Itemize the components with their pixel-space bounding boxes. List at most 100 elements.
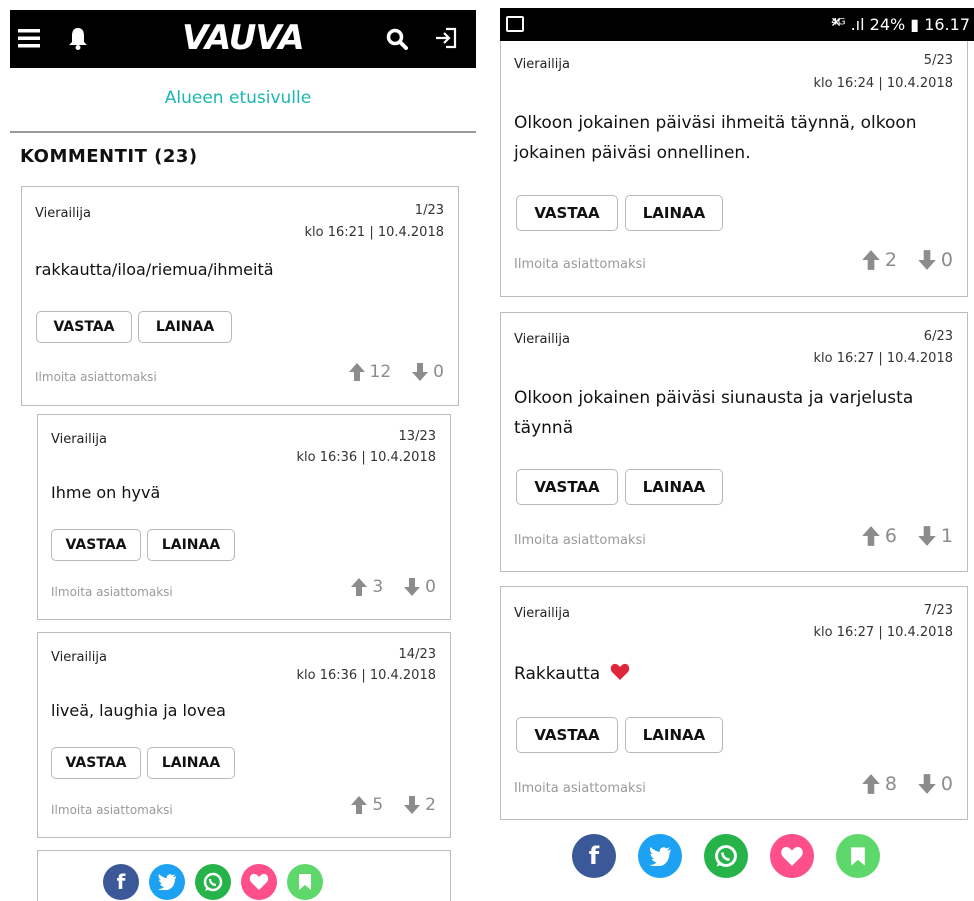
report-link[interactable]: Ilmoita asiattomaksi xyxy=(514,257,646,272)
comments-title: KOMMENTIT (23) xyxy=(20,146,198,167)
comment-author[interactable]: Vierailija xyxy=(514,57,570,72)
vote-controls: 5 2 xyxy=(350,795,436,815)
heart-icon[interactable] xyxy=(241,864,277,900)
upvote-count: 5 xyxy=(372,795,384,815)
upvote-count: 3 xyxy=(372,577,384,597)
heart-emoji-icon xyxy=(610,661,630,691)
report-link[interactable]: Ilmoita asiattomaksi xyxy=(514,781,646,796)
downvote-count: 0 xyxy=(940,249,953,271)
comment-text: Rakkautta xyxy=(514,664,601,684)
downvote-count: 0 xyxy=(433,362,444,382)
gallery-icon xyxy=(506,16,524,32)
thumb-up-icon[interactable] xyxy=(861,525,881,547)
whatsapp-icon[interactable] xyxy=(195,864,231,900)
comment-card: Vierailija 7/23 klo 16:27 | 10.4.2018 Ra… xyxy=(500,586,968,820)
comment-card: Vierailija 6/23 klo 16:27 | 10.4.2018 Ol… xyxy=(500,312,968,572)
divider xyxy=(10,131,476,133)
vote-controls: 8 0 xyxy=(861,773,953,795)
whatsapp-icon[interactable] xyxy=(704,834,748,878)
downvote-count: 1 xyxy=(940,525,953,547)
comment-author[interactable]: Vierailija xyxy=(51,650,107,665)
comment-number: 7/23 xyxy=(923,603,953,618)
reply-button[interactable]: VASTAA xyxy=(36,311,132,343)
comment-time: klo 16:36 | 10.4.2018 xyxy=(296,668,437,683)
comment-number: 1/23 xyxy=(414,203,444,218)
report-link[interactable]: Ilmoita asiattomaksi xyxy=(51,803,173,817)
comment-card: Vierailija 14/23 klo 16:36 | 10.4.2018 l… xyxy=(37,632,451,838)
comment-card: Vierailija 5/23 klo 16:24 | 10.4.2018 Ol… xyxy=(500,41,968,297)
quote-button[interactable]: LAINAA xyxy=(625,469,723,505)
status-bar: ✕ ⁴ᴳ .ıl 24% ▮ 16.17 xyxy=(500,8,974,41)
twitter-icon[interactable] xyxy=(149,864,185,900)
comment-author[interactable]: Vierailija xyxy=(514,606,570,621)
facebook-icon[interactable]: f xyxy=(572,834,616,878)
reply-button[interactable]: VASTAA xyxy=(516,469,618,505)
heart-icon[interactable] xyxy=(770,834,814,878)
upvote-count: 6 xyxy=(884,525,897,547)
comment-time: klo 16:27 | 10.4.2018 xyxy=(813,351,954,366)
left-screenshot: VAUVA Alueen etusivulle KOMMENTIT (23) V… xyxy=(0,0,476,901)
vote-controls: 2 0 xyxy=(861,249,953,271)
report-link[interactable]: Ilmoita asiattomaksi xyxy=(514,533,646,548)
thumb-down-icon[interactable] xyxy=(411,362,429,382)
upvote-count: 2 xyxy=(884,249,897,271)
thumb-up-icon[interactable] xyxy=(350,795,368,815)
quote-button[interactable]: LAINAA xyxy=(625,195,723,231)
quote-button[interactable]: LAINAA xyxy=(625,717,723,753)
comment-time: klo 16:27 | 10.4.2018 xyxy=(813,625,954,640)
thumb-up-icon[interactable] xyxy=(861,249,881,271)
reply-button[interactable]: VASTAA xyxy=(516,717,618,753)
comment-number: 5/23 xyxy=(923,53,953,68)
downvote-count: 2 xyxy=(425,795,436,815)
thumb-down-icon[interactable] xyxy=(403,795,421,815)
vote-controls: 12 0 xyxy=(348,362,444,382)
quote-button[interactable]: LAINAA xyxy=(138,311,232,343)
menu-icon[interactable] xyxy=(18,28,40,52)
thumb-up-icon[interactable] xyxy=(861,773,881,795)
app-header: VAUVA xyxy=(10,10,476,68)
thumb-down-icon[interactable] xyxy=(917,249,937,271)
area-home-link[interactable]: Alueen etusivulle xyxy=(0,88,476,108)
comment-body: Olkoon jokainen päiväsi siunausta ja var… xyxy=(514,388,914,438)
downvote-count: 0 xyxy=(425,577,436,597)
quote-button[interactable]: LAINAA xyxy=(147,747,235,779)
comment-card: Vierailija 1/23 klo 16:21 | 10.4.2018 ra… xyxy=(21,186,459,406)
bell-icon[interactable] xyxy=(68,26,88,54)
thumb-down-icon[interactable] xyxy=(403,577,421,597)
reply-button[interactable]: VASTAA xyxy=(51,529,141,561)
upvote-count: 8 xyxy=(884,773,897,795)
comment-time: klo 16:36 | 10.4.2018 xyxy=(296,450,437,465)
comment-body: Olkoon jokainen päiväsi ihmeitä täynnä, … xyxy=(514,113,917,163)
share-bar: f xyxy=(572,834,880,878)
upvote-count: 12 xyxy=(369,362,392,382)
comment-card: Vierailija 13/23 klo 16:36 | 10.4.2018 I… xyxy=(37,414,451,620)
right-screenshot: ✕ ⁴ᴳ .ıl 24% ▮ 16.17 Vierailija 5/23 klo… xyxy=(500,0,974,901)
reply-button[interactable]: VASTAA xyxy=(516,195,618,231)
thumb-down-icon[interactable] xyxy=(917,773,937,795)
thumb-down-icon[interactable] xyxy=(917,525,937,547)
reply-button[interactable]: VASTAA xyxy=(51,747,141,779)
comment-author[interactable]: Vierailija xyxy=(514,332,570,347)
comment-time: klo 16:21 | 10.4.2018 xyxy=(304,225,445,240)
vote-controls: 6 1 xyxy=(861,525,953,547)
thumb-up-icon[interactable] xyxy=(348,362,366,382)
comment-author[interactable]: Vierailija xyxy=(51,432,107,447)
quote-button[interactable]: LAINAA xyxy=(147,529,235,561)
login-icon[interactable] xyxy=(434,26,458,54)
thumb-up-icon[interactable] xyxy=(350,577,368,597)
comment-body: Rakkautta xyxy=(514,659,953,691)
vote-controls: 3 0 xyxy=(350,577,436,597)
search-icon[interactable] xyxy=(386,28,408,54)
vauva-logo[interactable]: VAUVA xyxy=(182,18,305,58)
comment-body: rakkautta/iloa/riemua/ihmeitä xyxy=(35,260,274,279)
twitter-icon[interactable] xyxy=(638,834,682,878)
bookmark-icon[interactable] xyxy=(287,864,323,900)
facebook-icon[interactable]: f xyxy=(103,864,139,900)
report-link[interactable]: Ilmoita asiattomaksi xyxy=(51,585,173,599)
comment-number: 14/23 xyxy=(398,647,436,662)
bookmark-icon[interactable] xyxy=(836,834,880,878)
comment-author[interactable]: Vierailija xyxy=(35,206,91,221)
report-link[interactable]: Ilmoita asiattomaksi xyxy=(35,370,157,384)
status-text: ⁴ᴳ .ıl 24% ▮ 16.17 xyxy=(831,15,970,34)
share-bar: f xyxy=(103,864,323,900)
